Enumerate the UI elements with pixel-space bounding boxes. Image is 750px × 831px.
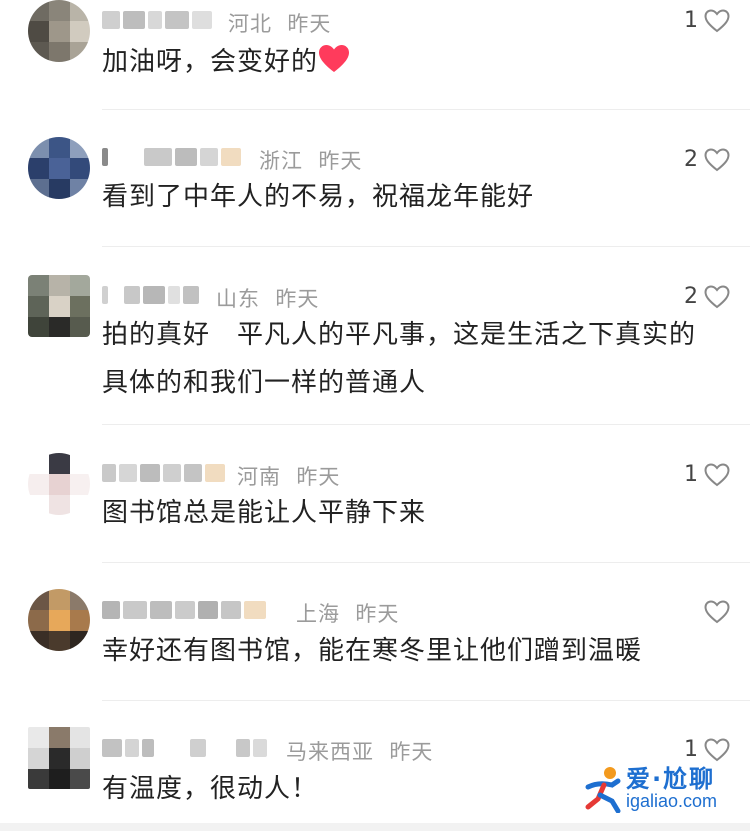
region-time: 马来西亚 昨天 xyxy=(286,736,433,766)
avatar[interactable] xyxy=(28,275,90,337)
heart-emoji-icon xyxy=(319,45,350,72)
like-control[interactable]: 2 xyxy=(684,284,730,309)
time: 昨天 xyxy=(275,287,320,311)
comment-item: 上海 昨天 幸好还有图书馆，能在寒冬里让他们蹭到温暖 xyxy=(0,563,750,701)
heart-outline-icon[interactable] xyxy=(704,600,730,624)
nickname-blurred[interactable] xyxy=(102,598,269,622)
region-time: 河南 昨天 xyxy=(237,461,340,491)
region-time: 山东 昨天 xyxy=(216,283,319,313)
heart-outline-icon[interactable] xyxy=(704,462,730,487)
heart-outline-icon[interactable] xyxy=(704,284,730,309)
time: 昨天 xyxy=(318,149,363,173)
region: 河南 xyxy=(237,465,281,489)
nickname-blurred[interactable] xyxy=(102,736,270,760)
like-control[interactable] xyxy=(686,600,730,624)
region: 马来西亚 xyxy=(286,740,374,764)
comment-item: 河南 昨天 图书馆总是能让人平静下来 1 xyxy=(0,425,750,563)
comment-text: 图书馆总是能让人平静下来 xyxy=(102,489,702,537)
like-control[interactable]: 2 xyxy=(684,147,730,172)
nickname-blurred[interactable] xyxy=(102,8,215,32)
comment-text: 看到了中年人的不易，祝福龙年能好 xyxy=(102,173,702,221)
region: 河北 xyxy=(228,12,272,36)
watermark: 爱·尬聊 igaliao.com xyxy=(582,759,742,819)
comment-text: 幸好还有图书馆，能在寒冬里让他们蹭到温暖 xyxy=(102,627,702,675)
time: 昨天 xyxy=(389,740,434,764)
region: 山东 xyxy=(216,287,260,311)
region-time: 河北 昨天 xyxy=(228,8,331,38)
comment-text-content: 幸好还有图书馆，能在寒冬里让他们蹭到温暖 xyxy=(102,636,643,666)
comment-text-content: 有温度，很动人！ xyxy=(102,774,319,804)
like-count: 2 xyxy=(684,284,698,309)
avatar[interactable] xyxy=(28,137,90,199)
comment-text-content: 拍的真好 平凡人的平凡事，这是生活之下真实的具体的和我们一样的普通人 xyxy=(102,320,697,398)
bottom-bar xyxy=(0,823,750,831)
comment-text-content: 图书馆总是能让人平静下来 xyxy=(102,498,427,528)
like-control[interactable]: 1 xyxy=(684,8,730,33)
like-count: 1 xyxy=(684,462,698,487)
nickname-blurred[interactable] xyxy=(102,461,228,485)
runner-logo-icon xyxy=(585,767,621,813)
like-count: 1 xyxy=(684,8,698,33)
time: 昨天 xyxy=(287,12,332,36)
comment-text: 加油呀，会变好的 xyxy=(102,38,702,86)
avatar[interactable] xyxy=(28,589,90,651)
watermark-url: igaliao.com xyxy=(626,791,718,811)
comment-text-content: 加油呀，会变好的 xyxy=(102,47,319,77)
time: 昨天 xyxy=(296,465,341,489)
region-time: 浙江 昨天 xyxy=(259,145,362,175)
like-count: 2 xyxy=(684,147,698,172)
region-time: 上海 昨天 xyxy=(296,598,399,628)
time: 昨天 xyxy=(355,602,400,626)
heart-outline-icon[interactable] xyxy=(704,8,730,33)
region: 浙江 xyxy=(259,149,303,173)
nickname-blurred[interactable] xyxy=(102,283,202,307)
heart-outline-icon[interactable] xyxy=(704,147,730,172)
like-control[interactable]: 1 xyxy=(684,462,730,487)
comment-item: 浙江 昨天 看到了中年人的不易，祝福龙年能好 2 xyxy=(0,110,750,247)
region: 上海 xyxy=(296,602,340,626)
comment-item: 河北 昨天 加油呀，会变好的 1 xyxy=(0,0,750,110)
comment-text: 拍的真好 平凡人的平凡事，这是生活之下真实的具体的和我们一样的普通人 xyxy=(102,311,712,407)
avatar[interactable] xyxy=(28,727,90,789)
comment-text-content: 看到了中年人的不易，祝福龙年能好 xyxy=(102,182,535,212)
nickname-blurred[interactable] xyxy=(102,145,244,169)
heart-outline-icon[interactable] xyxy=(704,737,730,762)
avatar[interactable] xyxy=(28,453,90,515)
avatar[interactable] xyxy=(28,0,90,62)
watermark-title: 爱·尬聊 xyxy=(626,765,716,793)
comment-item: 山东 昨天 拍的真好 平凡人的平凡事，这是生活之下真实的具体的和我们一样的普通人… xyxy=(0,247,750,425)
